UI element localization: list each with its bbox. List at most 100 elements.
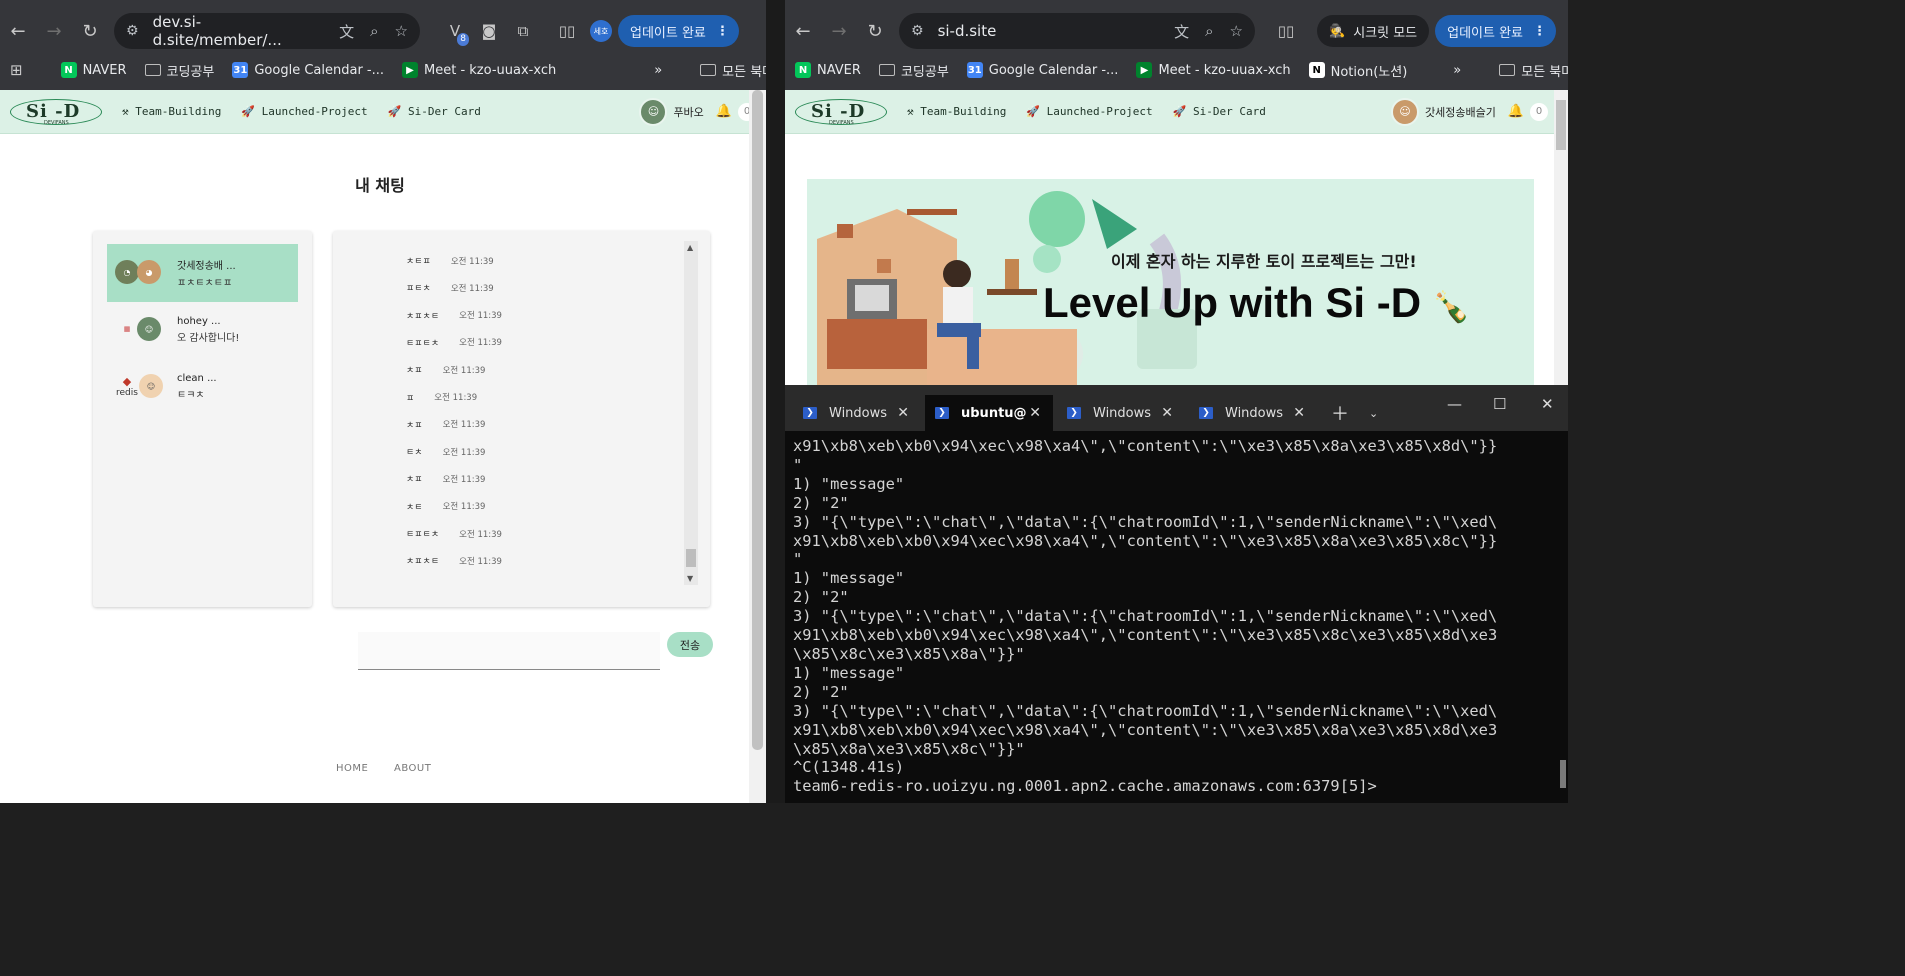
reload-icon[interactable]: ↻ [857,13,893,49]
bookmark-all[interactable]: 모든 북마크 [700,61,766,80]
terminal-tab[interactable]: ❯ Windows ✕ [1057,395,1185,431]
back-arrow-icon[interactable]: ← [785,13,821,49]
apps-grid-icon[interactable]: ⊞ [10,61,23,79]
room-name: clean ... [177,373,217,384]
chat-message: ㅊㅍㅊㅌ 오전 11:39 [406,309,502,322]
terminal-scrollbar[interactable] [1560,760,1566,788]
page-scroll-thumb[interactable] [752,90,763,750]
bookmark-coding-folder[interactable]: 코딩공부 [144,61,214,80]
reading-list-icon[interactable]: ▯▯ [550,14,584,48]
scroll-down-icon[interactable]: ▼ [687,574,693,583]
notification-count[interactable]: 0 [1530,102,1548,121]
footer-home-link[interactable]: HOME [336,763,368,774]
terminal-output[interactable]: x91\xb8\xeb\xb0\x94\xec\x98\xa4\",\"cont… [793,437,1553,796]
scroll-thumb[interactable] [686,549,696,567]
page-scrollbar[interactable] [749,90,766,803]
incognito-icon: 🕵 [1329,23,1346,39]
translate-icon[interactable]: 文 [1174,21,1189,42]
back-arrow-icon[interactable]: ← [0,13,36,49]
terminal-tab[interactable]: ❯ Windows ✕ [793,395,921,431]
translate-icon[interactable]: 文 [339,21,354,42]
chatroom-item[interactable]: ◆ redis ☺ clean ... ㅌㅋㅊ [107,358,298,416]
extension-v-icon[interactable]: V8 [438,14,472,48]
address-bar[interactable]: ⚙ si-d.site 文 ⌕ ☆ [899,13,1255,49]
close-tab-icon[interactable]: ✕ [897,405,909,421]
footer-about-link[interactable]: ABOUT [394,763,431,774]
bookmark-star-icon[interactable]: ☆ [1230,22,1243,40]
page-scroll-thumb[interactable] [1556,100,1566,150]
terminal-line: 2) "2" [793,682,849,701]
site-info-icon[interactable]: ⚙ [911,23,924,39]
user-nickname[interactable]: 갓세정송배슬기 [1425,104,1496,120]
message-input[interactable] [358,632,660,670]
nav-launched-project[interactable]: 🚀 Launched-Project [241,105,367,118]
reading-list-icon[interactable]: ▯▯ [1269,14,1303,48]
incognito-indicator[interactable]: 🕵 시크릿 모드 [1317,15,1430,47]
update-button[interactable]: 업데이트 완료 ⋮ [1435,15,1557,47]
bookmark-star-icon[interactable]: ☆ [395,22,408,40]
page-scrollbar[interactable] [1554,90,1568,385]
chat-message: ㅌㅍㅌㅊ 오전 11:39 [406,527,502,541]
maximize-icon[interactable]: ☐ [1493,395,1506,413]
tab-dropdown-chevron-icon[interactable]: ⌄ [1369,395,1378,431]
kebab-menu-icon[interactable]: ⋮ [1533,24,1546,39]
minimize-icon[interactable]: — [1447,395,1462,413]
bookmarks-bar: N NAVER 코딩공부 31 Google Calendar -... ▶ Meet… [785,56,1568,84]
bookmark-notion[interactable]: N Notion(노션) [1308,61,1407,80]
chatroom-item[interactable]: ▦ ☺ hohey ... 오 감사합니다! [107,301,298,359]
message-panel[interactable]: ㅊㅌㅍ 오전 11:39 ㅍㅌㅊ 오전 11:39 ㅊㅍㅊㅌ 오전 11:39 ㅌㅍㅌㅊ 오전… [333,231,710,607]
terminal-window[interactable]: ❯ Windows ✕ ❯ ubuntu@ ✕ ❯ Windows ✕ ❯ Windows ✕ … [785,385,1568,803]
terminal-tab-active[interactable]: ❯ ubuntu@ ✕ [925,395,1053,431]
send-button[interactable]: 전송 [667,632,713,657]
bookmark-meet[interactable]: ▶ Meet - kzo-uuax-xch [402,62,556,78]
terminal-tab[interactable]: ❯ Windows ✕ [1189,395,1317,431]
bookmark-naver[interactable]: N NAVER [795,62,861,78]
address-bar[interactable]: ⚙ dev.si-d.site/member/... 文 ⌕ ☆ [114,13,420,49]
bookmark-label: NAVER [82,62,127,78]
bookmark-naver[interactable]: N NAVER [60,62,127,78]
new-tab-plus-icon[interactable]: ＋ [1331,395,1349,431]
kebab-menu-icon[interactable]: ⋮ [716,24,729,39]
close-tab-icon[interactable]: ✕ [1293,405,1305,421]
bookmark-meet[interactable]: ▶ Meet - kzo-uuax-xch [1136,62,1291,78]
folder-icon [878,64,895,76]
profile-avatar[interactable]: 세호 [590,20,612,42]
bookmark-label: 모든 북마크 [722,64,766,80]
close-tab-icon[interactable]: ✕ [1161,405,1173,421]
bookmark-all[interactable]: 모든 북마크 [1499,61,1568,80]
user-nickname[interactable]: 푸바오 [673,104,703,120]
bookmark-google-calendar[interactable]: 31 Google Calendar -... [966,62,1118,78]
bookmark-coding-folder[interactable]: 코딩공부 [878,61,949,80]
bookmark-google-calendar[interactable]: 31 Google Calendar -... [232,62,384,78]
zoom-icon[interactable]: ⌕ [1205,22,1213,40]
zoom-icon[interactable]: ⌕ [370,22,378,40]
nav-launched-project[interactable]: 🚀 Launched-Project [1026,105,1152,118]
update-button[interactable]: 업데이트 완료 ⋮ [618,15,739,47]
bell-icon[interactable]: 🔔 [1508,104,1524,119]
scroll-up-icon[interactable]: ▲ [687,243,693,252]
camera-icon[interactable]: ◙ [472,14,506,48]
close-tab-icon[interactable]: ✕ [1029,405,1041,421]
bookmarks-overflow-icon[interactable]: » [654,63,662,78]
nav-si-der-card[interactable]: 🚀 Si-Der Card [388,105,481,118]
window-divider[interactable] [766,0,785,803]
nav-si-der-card[interactable]: 🚀 Si-Der Card [1173,105,1266,118]
user-avatar[interactable]: ☺ [639,97,668,126]
room-avatars: ◆ redis ☺ [115,370,167,404]
chat-message: ㅊㅍㅊㅌ 오전 11:39 [406,554,502,568]
close-window-icon[interactable]: ✕ [1541,395,1554,413]
extensions-puzzle-icon[interactable]: ⧉ [506,14,540,48]
forward-arrow-icon[interactable]: → [36,13,72,49]
bookmarks-overflow-icon[interactable]: » [1453,63,1461,78]
site-info-icon[interactable]: ⚙ [126,23,139,39]
nav-team-building[interactable]: ⚒ Team-Building [907,105,1006,118]
si-d-logo[interactable]: Si -D DEVIFANS [795,95,887,129]
nav-team-building[interactable]: ⚒ Team-Building [122,105,221,118]
bell-icon[interactable]: 🔔 [716,104,732,119]
user-avatar[interactable]: ☺ [1390,97,1419,126]
reload-icon[interactable]: ↻ [72,13,108,49]
chatroom-item[interactable]: ◔ ◕ 갓세정송배 ... ㅍㅊㅌㅊㅌㅍ [107,244,298,302]
message-scrollbar[interactable]: ▲ ▼ [684,241,698,585]
forward-arrow-icon[interactable]: → [821,13,857,49]
si-d-logo[interactable]: Si -D DEVIFANS [10,95,102,129]
